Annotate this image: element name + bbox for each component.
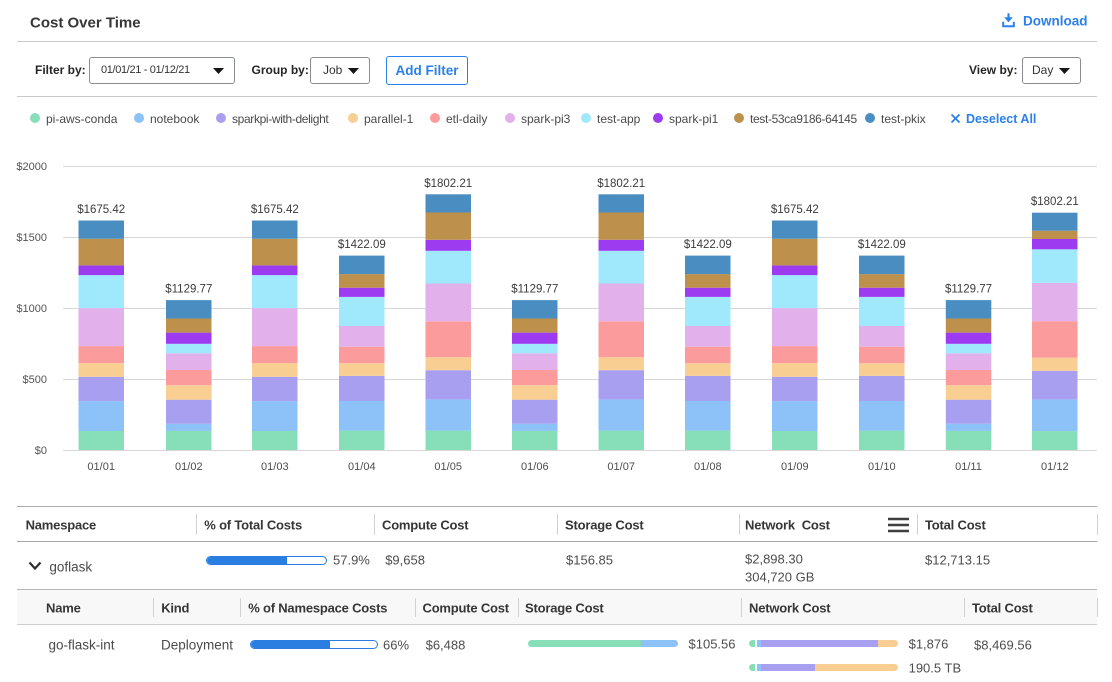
svg-text:$1422.09: $1422.09 <box>684 239 732 251</box>
svg-text:01/08: 01/08 <box>694 461 722 473</box>
svg-text:$1675.42: $1675.42 <box>251 204 299 216</box>
svg-text:$1000: $1000 <box>16 303 47 315</box>
svg-text:01/04: 01/04 <box>348 461 376 473</box>
svg-text:01/01: 01/01 <box>87 461 115 473</box>
svg-text:$1422.09: $1422.09 <box>858 239 906 251</box>
svg-text:$1129.77: $1129.77 <box>511 284 558 296</box>
svg-text:$2000: $2000 <box>16 161 47 173</box>
svg-text:01/03: 01/03 <box>261 461 289 473</box>
svg-text:01/06: 01/06 <box>521 461 549 473</box>
svg-text:$0: $0 <box>35 445 47 457</box>
svg-text:$1675.42: $1675.42 <box>77 204 125 216</box>
svg-text:01/12: 01/12 <box>1041 461 1069 473</box>
svg-text:$1802.21: $1802.21 <box>424 178 472 190</box>
svg-text:01/10: 01/10 <box>868 461 896 473</box>
svg-text:$1129.77: $1129.77 <box>945 284 992 296</box>
svg-text:$1675.42: $1675.42 <box>771 204 819 216</box>
svg-text:$1129.77: $1129.77 <box>165 284 212 296</box>
svg-text:$1500: $1500 <box>16 232 47 244</box>
svg-text:$1802.21: $1802.21 <box>1031 196 1079 208</box>
svg-text:$1422.09: $1422.09 <box>338 239 386 251</box>
svg-text:$1802.21: $1802.21 <box>597 178 645 190</box>
svg-text:01/05: 01/05 <box>434 461 462 473</box>
svg-text:01/09: 01/09 <box>781 461 809 473</box>
svg-text:$500: $500 <box>23 374 47 386</box>
svg-text:01/11: 01/11 <box>955 461 982 473</box>
svg-text:01/07: 01/07 <box>607 461 635 473</box>
svg-text:01/02: 01/02 <box>175 461 203 473</box>
